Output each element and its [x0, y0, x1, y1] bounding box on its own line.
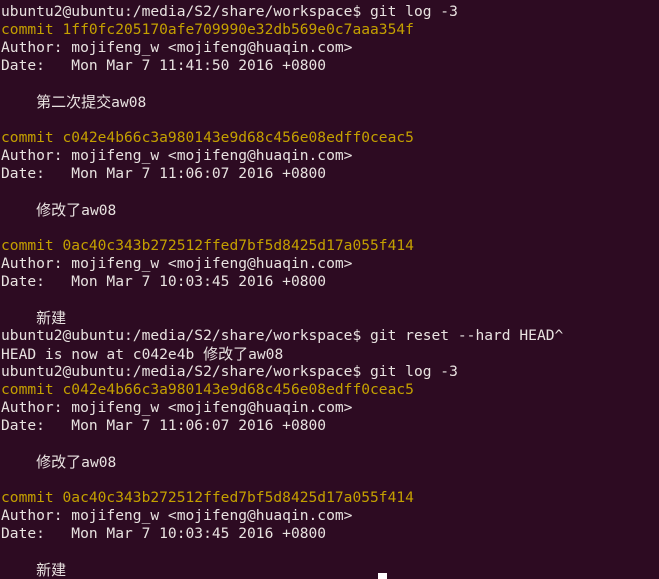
cjk-text: 修改了 — [36, 453, 82, 471]
terminal-line: Author: mojifeng_w <mojifeng@huaqin.com> — [1, 147, 353, 164]
terminal-screen[interactable]: ubuntu2@ubuntu:/media/S2/share/workspace… — [0, 0, 659, 579]
terminal-line: commit 1ff0fc205170afe709990e32db569e0c7… — [1, 21, 414, 38]
terminal-line: Date: Mon Mar 7 11:06:07 2016 +0800 — [1, 165, 327, 182]
cjk-text: 修改了 — [203, 345, 249, 363]
cjk-text: 新建 — [36, 309, 67, 327]
cjk-text: 第二次提交 — [36, 93, 112, 111]
terminal-output: ubuntu2@ubuntu:/media/S2/share/workspace… — [0, 3, 659, 579]
terminal-line: Author: mojifeng_w <mojifeng@huaqin.com> — [1, 39, 353, 56]
terminal-line: Date: Mon Mar 7 11:06:07 2016 +0800 — [1, 417, 327, 434]
terminal-line: commit c042e4b66c3a980143e9d68c456e08edf… — [1, 381, 414, 398]
terminal-line: commit 0ac40c343b272512ffed7bf5d8425d17a… — [1, 237, 414, 254]
terminal-line: 修改了aw08 — [36, 201, 117, 219]
cjk-text: 新建 — [36, 561, 67, 579]
cjk-text: 修改了 — [36, 201, 82, 219]
terminal-line: ubuntu2@ubuntu:/media/S2/share/workspace… — [1, 363, 458, 380]
terminal-line: Author: mojifeng_w <mojifeng@huaqin.com> — [1, 399, 353, 416]
terminal-line: Date: Mon Mar 7 11:41:50 2016 +0800 — [1, 57, 327, 74]
terminal-line: 新建 — [0, 309, 659, 327]
terminal-line: ubuntu2@ubuntu:/media/S2/share/workspace… — [1, 3, 458, 20]
terminal-line: 新建 — [0, 561, 659, 579]
terminal-line: commit c042e4b66c3a980143e9d68c456e08edf… — [1, 129, 414, 146]
terminal-line: 第二次提交aw08 — [36, 93, 147, 111]
terminal-line: Author: mojifeng_w <mojifeng@huaqin.com> — [1, 255, 353, 272]
terminal-line: Date: Mon Mar 7 10:03:45 2016 +0800 — [1, 273, 327, 290]
terminal-line: HEAD is now at c042e4b 修改了aw08 — [1, 345, 284, 363]
terminal-line: 修改了aw08 — [36, 453, 117, 471]
text-cursor — [378, 573, 387, 579]
terminal-line: ubuntu2@ubuntu:/media/S2/share/workspace… — [1, 327, 564, 344]
terminal-line: Author: mojifeng_w <mojifeng@huaqin.com> — [1, 507, 353, 524]
terminal-line: Date: Mon Mar 7 10:03:45 2016 +0800 — [1, 525, 327, 542]
terminal-line: commit 0ac40c343b272512ffed7bf5d8425d17a… — [1, 489, 414, 506]
